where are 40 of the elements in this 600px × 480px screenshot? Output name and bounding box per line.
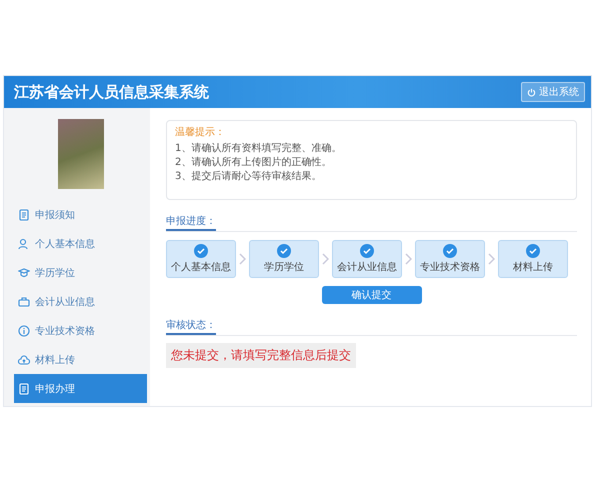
tip-text: 1、请确认所有资料填写完整、准确。 <box>175 142 342 156</box>
tip-text: 3、提交后请耐心等待审核结果。 <box>175 170 322 184</box>
chevron-icon <box>405 253 412 265</box>
person-icon <box>18 238 30 250</box>
chevron-icon <box>322 253 329 265</box>
check-circle-icon <box>526 244 540 258</box>
progress-step: 材料上传 <box>498 240 568 278</box>
status-message: 您未提交，请填写完整信息后提交 <box>166 343 356 368</box>
progress-step: 个人基本信息 <box>166 240 236 278</box>
document-icon <box>18 382 30 394</box>
check-circle-icon <box>443 244 457 258</box>
sidebar-item[interactable]: 专业技术资格 <box>14 316 147 345</box>
briefcase-icon <box>18 296 30 308</box>
sidebar-item[interactable]: 申报办理 <box>14 374 147 403</box>
check-circle-icon <box>277 244 291 258</box>
sidebar-item[interactable]: 申报须知 <box>14 200 147 229</box>
sidebar-item[interactable]: 学历学位 <box>14 258 147 287</box>
logout-button[interactable]: 退出系统 <box>521 82 585 102</box>
sidebar-item[interactable]: 材料上传 <box>14 345 147 374</box>
progress-step: 专业技术资格 <box>415 240 485 278</box>
chevron-icon <box>239 253 246 265</box>
section-title: 申报进度： <box>166 214 216 231</box>
sidebar-item[interactable]: 个人基本信息 <box>14 229 147 258</box>
progress-step: 会计从业信息 <box>332 240 402 278</box>
tips-title: 温馨提示： <box>175 126 226 139</box>
power-icon <box>527 88 536 96</box>
section-title: 审核状态： <box>166 318 216 335</box>
graduation-cap-icon <box>18 266 30 278</box>
info-icon <box>18 324 30 336</box>
tip-text: 2、请确认所有上传图片的正确性。 <box>175 156 332 170</box>
cloud-upload-icon <box>18 354 30 366</box>
document-icon <box>18 208 30 220</box>
sidebar-item[interactable]: 会计从业信息 <box>14 287 147 316</box>
check-circle-icon <box>194 244 208 258</box>
photo-placeholder <box>58 119 104 189</box>
system-title: 江苏省会计人员信息采集系统 <box>14 82 209 102</box>
check-circle-icon <box>360 244 374 258</box>
chevron-icon <box>488 253 495 265</box>
progress-step: 学历学位 <box>249 240 319 278</box>
submit-button[interactable]: 确认提交 <box>322 286 422 304</box>
